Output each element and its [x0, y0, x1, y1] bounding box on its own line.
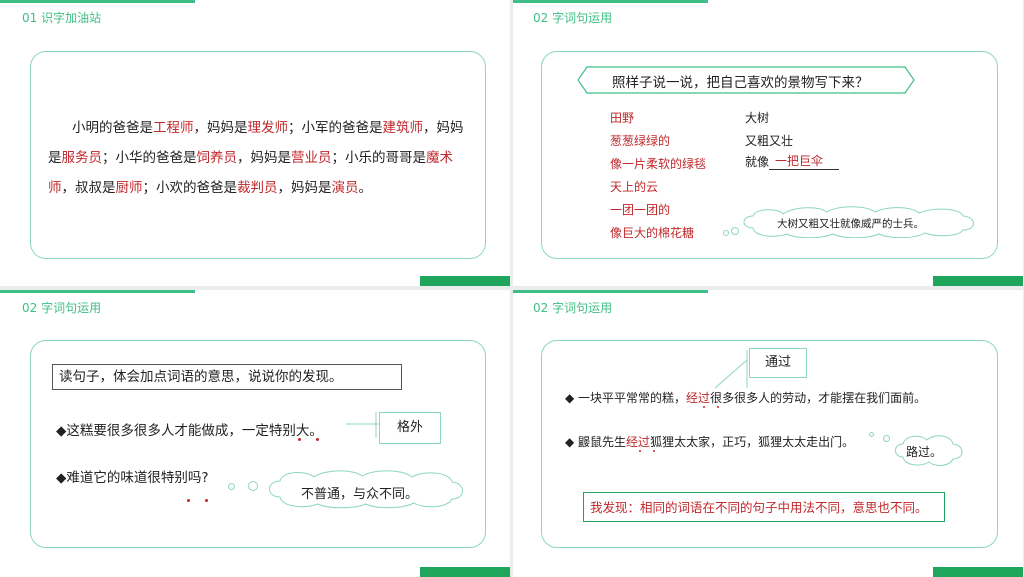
emphasis-dot: [298, 438, 301, 441]
occupation-word: 理发师: [247, 120, 289, 136]
example-item: 田野: [610, 111, 635, 125]
example-item: 像巨大的棉花糖: [610, 226, 695, 240]
paragraph-text: ，叔叔是: [61, 180, 116, 196]
banner-text: 照样子说一说，把自己喜欢的景物写下来？: [612, 75, 869, 91]
paragraph-text: 。: [358, 180, 373, 196]
emphasis-dot: [187, 499, 190, 502]
callout-pointer: [714, 350, 748, 389]
thought-dot: [248, 481, 258, 491]
callout-pointer: [346, 412, 380, 438]
sentence-1: ◆ 一块平平常常的糕，经过很多很多人的劳动，才能摆在我们面前。: [565, 389, 926, 406]
occupation-word: 厨师: [115, 180, 143, 196]
answer-text: 一把巨伞: [775, 154, 824, 168]
example-item: 像一片柔软的绿毯: [610, 157, 707, 171]
paragraph-text: 小明的爸爸是: [72, 120, 153, 136]
occupation-word: 工程师: [153, 120, 194, 136]
sentence-text: 很多很多人的劳动，才能摆在我们面前。: [710, 391, 927, 405]
cloud-text: 路过。: [906, 445, 943, 459]
sentence-text: ◆ 一块平平常常的糕，: [565, 391, 687, 405]
slide-1[interactable]: 01 识字加油站 小明的爸爸是工程师，妈妈是理发师；小军的爸爸是建筑师，妈妈是服…: [0, 0, 510, 286]
occupation-word: 营业员: [291, 150, 332, 166]
occupation-word: 饲养员: [196, 150, 238, 166]
bottom-accent-bar: [933, 567, 1023, 577]
emphasis-dot: [717, 406, 719, 408]
slide-header: 01 识字加油站: [22, 11, 102, 25]
paragraph-text: ，妈妈是: [277, 180, 332, 196]
thought-dot: [228, 483, 235, 490]
cloud-text: 大树又粗又壮就像威严的士兵。: [777, 218, 924, 230]
synonym-box: 通过: [749, 348, 807, 378]
occupation-word: 裁判员: [237, 180, 278, 196]
emphasis-dot: [639, 450, 641, 452]
answer-item: 又粗又壮: [745, 134, 794, 148]
occupation-word: 演员: [331, 180, 359, 196]
sentence-2: ◆难道它的味道很特别吗?: [56, 470, 209, 486]
occupation-word: 建筑师: [382, 120, 424, 136]
instruction-box: 读句子，体会加点词语的意思，说说你的发现。: [52, 364, 402, 390]
emphasis-dot: [205, 499, 208, 502]
answer-fill-line: 就像 一把巨伞: [745, 153, 840, 170]
paragraph-text: ；小军的爸爸是: [288, 120, 383, 136]
paragraph-text: ；小华的爸爸是: [102, 150, 197, 166]
sentence-text: ◆ 鼹鼠先生: [565, 435, 627, 449]
emphasis-dot: [653, 450, 655, 452]
slide-header: 02 字词句运用: [533, 301, 613, 315]
top-accent-bar: [513, 290, 708, 293]
occupation-paragraph: 小明的爸爸是工程师，妈妈是理发师；小军的爸爸是建筑师，妈妈是服务员；小华的爸爸是…: [48, 113, 468, 203]
thought-dot: [723, 230, 729, 236]
slide-header: 02 字词句运用: [533, 11, 613, 25]
sentence-2: ◆ 鼹鼠先生经过狐狸太太家，正巧，狐狸太太走出门。: [565, 433, 854, 450]
thought-dot: [731, 227, 739, 235]
paragraph-text: ，妈妈是: [237, 150, 291, 166]
example-item: 一团一团的: [610, 203, 671, 217]
answer-prefix: 就像: [745, 155, 770, 169]
example-item: 天上的云: [610, 180, 659, 194]
slide-2[interactable]: 02 字词句运用 照样子说一说，把自己喜欢的景物写下来？ 田野 葱葱绿绿的 像一…: [513, 0, 1023, 286]
example-item: 葱葱绿绿的: [610, 134, 671, 148]
paragraph-text: ，妈妈是: [193, 120, 248, 136]
finding-box: 我发现：相同的词语在不同的句子中用法不同，意思也不同。: [583, 492, 945, 522]
slide-4[interactable]: 02 字词句运用 通过 ◆ 一块平平常常的糕，经过很多很多人的劳动，才能摆在我们…: [513, 290, 1023, 577]
key-word: 经过: [686, 391, 711, 405]
synonym-box: 格外: [379, 412, 441, 444]
bottom-accent-bar: [420, 567, 510, 577]
emphasis-dot: [316, 438, 319, 441]
thought-dot: [883, 435, 890, 442]
top-accent-bar: [0, 290, 195, 293]
top-accent-bar: [0, 0, 195, 3]
cloud-text: 不普通，与众不同。: [301, 487, 419, 502]
top-accent-bar: [513, 0, 708, 3]
key-word: 经过: [626, 435, 651, 449]
answer-item: 大树: [745, 111, 770, 125]
thought-dot: [869, 432, 874, 437]
sentence-text: 狐狸太太家，正巧，狐狸太太走出门。: [650, 435, 855, 449]
slide-3[interactable]: 02 字词句运用 读句子，体会加点词语的意思，说说你的发现。 ◆这糕要很多很多人…: [0, 290, 510, 577]
answer-blank[interactable]: 一把巨伞: [769, 154, 840, 170]
bottom-accent-bar: [933, 276, 1023, 286]
paragraph-text: ；小欢的爸爸是: [142, 180, 238, 196]
sentence-1: ◆这糕要很多很多人才能做成，一定特别大。: [56, 423, 323, 439]
emphasis-dot: [703, 406, 705, 408]
occupation-word: 服务员: [61, 150, 103, 166]
bottom-accent-bar: [420, 276, 510, 286]
paragraph-text: ；小乐的哥哥是: [331, 150, 427, 166]
slide-header: 02 字词句运用: [22, 301, 102, 315]
